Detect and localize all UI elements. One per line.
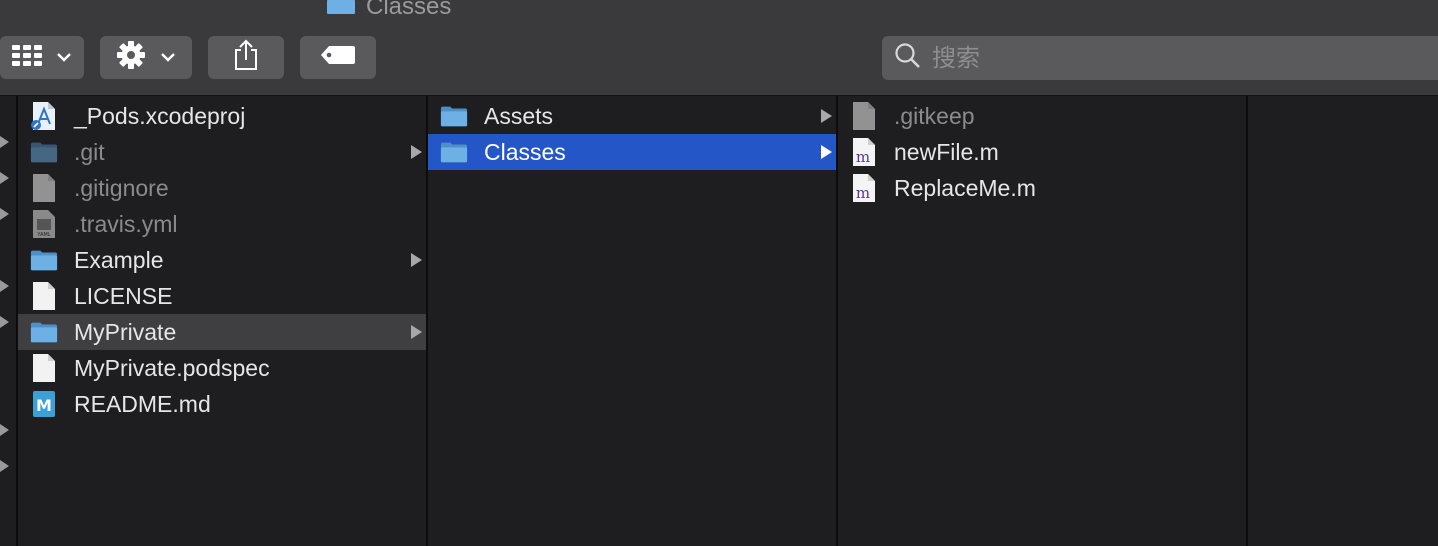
file-row[interactable]: LICENSE: [18, 278, 426, 314]
file-row[interactable]: Example: [18, 242, 426, 278]
file-name: README.md: [74, 390, 211, 417]
disclosure-arrow-icon: [411, 325, 422, 339]
search-input[interactable]: [930, 43, 1334, 73]
file-name: Classes: [484, 138, 566, 165]
share-button[interactable]: [208, 36, 284, 79]
folder-icon: [30, 245, 58, 275]
file-name: MyPrivate: [74, 318, 177, 345]
yaml-file-icon: YAML: [30, 209, 58, 239]
disclosure-arrow-icon: [411, 145, 422, 159]
folder-icon: [440, 137, 468, 167]
xcodeproj-icon: [30, 101, 58, 131]
svg-text:m: m: [856, 184, 870, 202]
previous-column-edge: [0, 96, 18, 546]
disclosure-arrow-icon: [821, 109, 832, 123]
file-row[interactable]: .gitignore: [18, 170, 426, 206]
file-row[interactable]: Classes: [428, 134, 836, 170]
file-name: Assets: [484, 102, 554, 129]
document-icon: [30, 281, 58, 311]
view-options-button[interactable]: [0, 36, 84, 79]
browser-column[interactable]: _Pods.xcodeproj .git .gitignore YAML .travis…: [18, 96, 428, 546]
document-icon: [30, 173, 58, 203]
file-row[interactable]: _Pods.xcodeproj: [18, 98, 426, 134]
disclosure-arrow-icon: [0, 460, 9, 472]
file-row[interactable]: .git: [18, 134, 426, 170]
gear-icon: [116, 40, 146, 75]
disclosure-arrow-icon: [0, 424, 9, 436]
tag-button[interactable]: [300, 36, 376, 79]
file-row[interactable]: Assets: [428, 98, 836, 134]
folder-icon: [440, 101, 468, 131]
browser-column[interactable]: Assets Classes: [428, 96, 838, 546]
finder-toolbar: Classes: [0, 0, 1438, 96]
svg-text:M: M: [36, 396, 52, 415]
chevron-down-icon: [56, 49, 72, 67]
file-name: MyPrivate.podspec: [74, 354, 270, 381]
browser-column[interactable]: [1248, 96, 1438, 546]
window-title-text: Classes: [366, 0, 452, 20]
file-name: .gitignore: [74, 174, 169, 201]
file-row[interactable]: MyPrivate.podspec: [18, 350, 426, 386]
disclosure-arrow-icon: [0, 316, 9, 328]
file-row[interactable]: M README.md: [18, 386, 426, 422]
disclosure-arrow-icon: [0, 136, 9, 148]
tag-icon: [320, 45, 356, 70]
disclosure-arrow-icon: [0, 172, 9, 184]
search-field[interactable]: [882, 36, 1438, 80]
disclosure-arrow-icon: [821, 145, 832, 159]
file-name: .gitkeep: [894, 102, 975, 129]
folder-icon: [326, 0, 356, 22]
grid-view-icon: [12, 44, 42, 71]
disclosure-arrow-icon: [0, 280, 9, 292]
share-icon: [233, 39, 259, 76]
file-name: Example: [74, 246, 164, 273]
search-icon: [894, 42, 922, 75]
document-icon: [30, 353, 58, 383]
file-row[interactable]: YAML .travis.yml: [18, 206, 426, 242]
file-row[interactable]: m newFile.m: [838, 134, 1246, 170]
file-name: .travis.yml: [74, 210, 178, 237]
disclosure-arrow-icon: [0, 208, 9, 220]
file-name: ReplaceMe.m: [894, 174, 1036, 201]
file-row[interactable]: .gitkeep: [838, 98, 1246, 134]
document-icon: [850, 101, 878, 131]
chevron-down-icon: [160, 49, 176, 67]
folder-icon: [30, 317, 58, 347]
objc-source-icon: m: [850, 137, 878, 167]
file-name: newFile.m: [894, 138, 999, 165]
file-row[interactable]: m ReplaceMe.m: [838, 170, 1246, 206]
browser-column[interactable]: .gitkeep m newFile.m m ReplaceMe.m: [838, 96, 1248, 546]
disclosure-arrow-icon: [411, 253, 422, 267]
file-row[interactable]: MyPrivate: [18, 314, 426, 350]
markdown-file-icon: M: [30, 389, 58, 419]
objc-source-icon: m: [850, 173, 878, 203]
window-title: Classes: [326, 0, 451, 22]
file-name: LICENSE: [74, 282, 173, 309]
svg-text:m: m: [856, 148, 870, 166]
file-name: .git: [74, 138, 105, 165]
svg-text:YAML: YAML: [36, 232, 50, 238]
action-menu-button[interactable]: [100, 36, 192, 79]
file-name: _Pods.xcodeproj: [74, 102, 246, 129]
folder-icon: [30, 137, 58, 167]
